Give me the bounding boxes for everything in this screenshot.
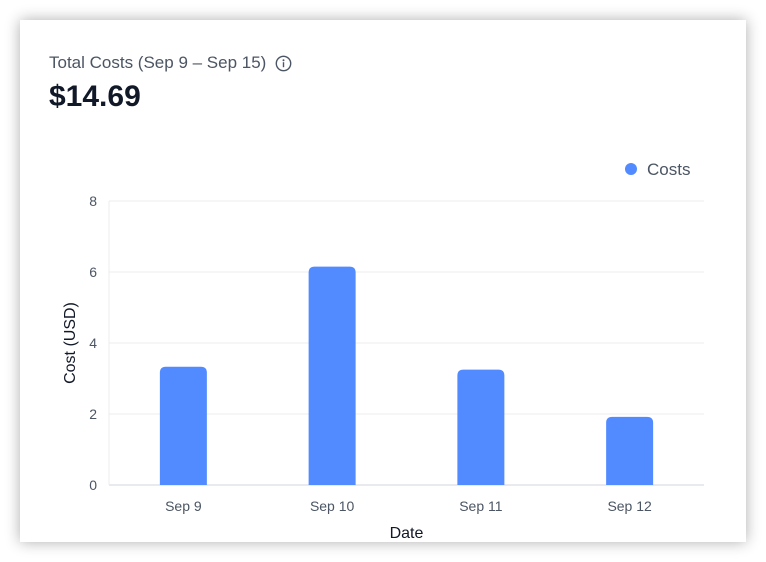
cost-chart-card: Total Costs (Sep 9 – Sep 15) $14.69 0246…: [20, 20, 746, 542]
bar-sep-11[interactable]: [457, 369, 505, 485]
y-tick-label: 8: [89, 193, 97, 209]
x-axis-ticks: Sep 9 Sep 10 Sep 11 Sep 12: [165, 498, 652, 514]
y-axis-title: Cost (USD): [62, 302, 79, 384]
chart-bars: [159, 266, 654, 485]
y-tick-label: 2: [89, 406, 97, 422]
bar-sep-10[interactable]: [308, 266, 356, 485]
legend-swatch: [625, 163, 637, 175]
legend-label: Costs: [647, 160, 690, 179]
y-tick-label: 4: [89, 335, 97, 351]
y-tick-label: 6: [89, 264, 97, 280]
x-tick-label: Sep 9: [165, 498, 202, 514]
bar-sep-12[interactable]: [606, 416, 654, 485]
bar-sep-9[interactable]: [159, 366, 207, 485]
chart-legend[interactable]: Costs: [625, 160, 690, 179]
x-tick-label: Sep 10: [310, 498, 355, 514]
x-tick-label: Sep 12: [607, 498, 652, 514]
cost-bar-chart: 0 2 4 6 8 Sep 9 Sep 10 Sep 11 Sep 12 Cost (USD)…: [62, 160, 704, 542]
y-axis-ticks: 0 2 4 6 8: [89, 193, 97, 493]
y-tick-label: 0: [89, 477, 97, 493]
x-tick-label: Sep 11: [459, 498, 503, 514]
x-axis-title: Date: [390, 525, 424, 542]
